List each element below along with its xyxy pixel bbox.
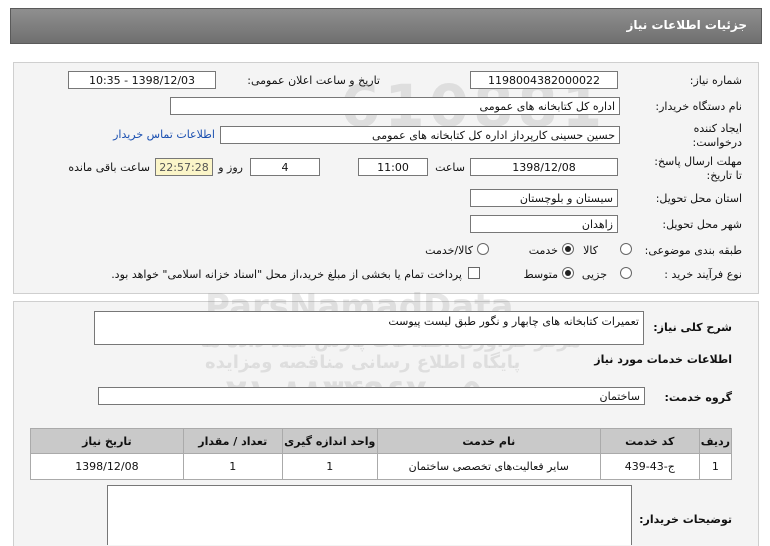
creator-field: حسین حسینی کارپرداز اداره کل کتابخانه ها… [220,126,620,144]
category-radio-service[interactable] [562,243,574,255]
days-field: 4 [250,158,320,176]
col-service-code: کد خدمت [599,428,700,454]
need-number-label: شماره نیاز: [689,74,742,87]
col-row: ردیف [698,428,733,454]
buyer-org-field: اداره کل کتابخانه های عمومی [170,97,620,115]
remaining-time-field: 22:57:28 [155,158,213,176]
services-heading: اطلاعات خدمات مورد نیاز [594,353,732,366]
service-group-field: ساختمان [98,387,645,405]
category-option-goods: کالا [583,244,598,257]
cell-row: 1 [698,453,733,480]
table-row: 1 ج-43-439 سایر فعالیت‌های تخصصی ساختمان… [30,453,733,480]
deadline-date-field: 1398/12/08 [470,158,618,176]
process-option-minor: جزیی [581,268,607,281]
need-number-field: 1198004382000022 [470,71,618,89]
announce-label: تاریخ و ساعت اعلان عمومی: [247,74,380,87]
buyer-org-label: نام دستگاه خریدار: [655,100,742,113]
deadline-time-label: ساعت [435,161,465,174]
col-quantity: تعداد / مقدار [182,428,283,454]
process-radio-minor[interactable] [620,267,632,279]
category-option-service: خدمت [528,244,558,257]
col-service-name: نام خدمت [376,428,601,454]
services-table: ردیف کد خدمت نام خدمت واحد اندازه گیری ت… [30,428,733,480]
cell-service-code: ج-43-439 [599,453,700,480]
category-option-goods-service: کالا/خدمت [425,244,473,257]
process-radio-medium[interactable] [562,267,574,279]
deadline-label-1: مهلت ارسال پاسخ: [654,155,742,168]
col-unit: واحد اندازه گیری [281,428,378,454]
city-field: زاهدان [470,215,618,233]
category-label: طبقه بندی موضوعی: [644,244,742,257]
creator-label-1: ایجاد کننده [693,122,742,135]
process-label: نوع فرآیند خرید : [664,268,742,281]
province-field: سیستان و بلوچستان [470,189,618,207]
page-header: جزئیات اطلاعات نیاز [10,8,762,44]
cell-need-date: 1398/12/08 [30,453,184,480]
col-need-date: تاریخ نیاز [30,428,184,454]
category-radio-goods-service[interactable] [477,243,489,255]
page-title: جزئیات اطلاعات نیاز [626,18,747,32]
deadline-time-field: 11:00 [358,158,428,176]
description-field: تعمیرات کتابخانه های چابهار و نگور طبق ل… [94,311,644,345]
process-option-medium: متوسط [523,268,558,281]
contact-buyer-link[interactable]: اطلاعات تماس خریدار [113,128,215,141]
category-radio-goods[interactable] [620,243,632,255]
creator-label-2: درخواست: [692,136,742,149]
cell-quantity: 1 [182,453,283,480]
buyer-notes-label: توضیحات خریدار: [639,513,732,526]
province-label: استان محل تحویل: [655,192,742,205]
treasury-payment-checkbox[interactable] [468,267,480,279]
remaining-label: ساعت باقی مانده [68,161,150,174]
service-group-label: گروه خدمت: [664,391,732,404]
buyer-notes-field [107,485,632,545]
cell-service-name: سایر فعالیت‌های تخصصی ساختمان [376,453,601,480]
announce-field: 1398/12/03 - 10:35 [68,71,216,89]
treasury-payment-note: پرداخت تمام یا بخشی از مبلغ خرید،از محل … [111,268,462,281]
deadline-label-2: تا تاریخ: [706,169,742,182]
cell-unit: 1 [281,453,378,480]
description-label: شرح کلی نیاز: [653,321,732,334]
days-label: روز و [218,161,243,174]
city-label: شهر محل تحویل: [662,218,742,231]
